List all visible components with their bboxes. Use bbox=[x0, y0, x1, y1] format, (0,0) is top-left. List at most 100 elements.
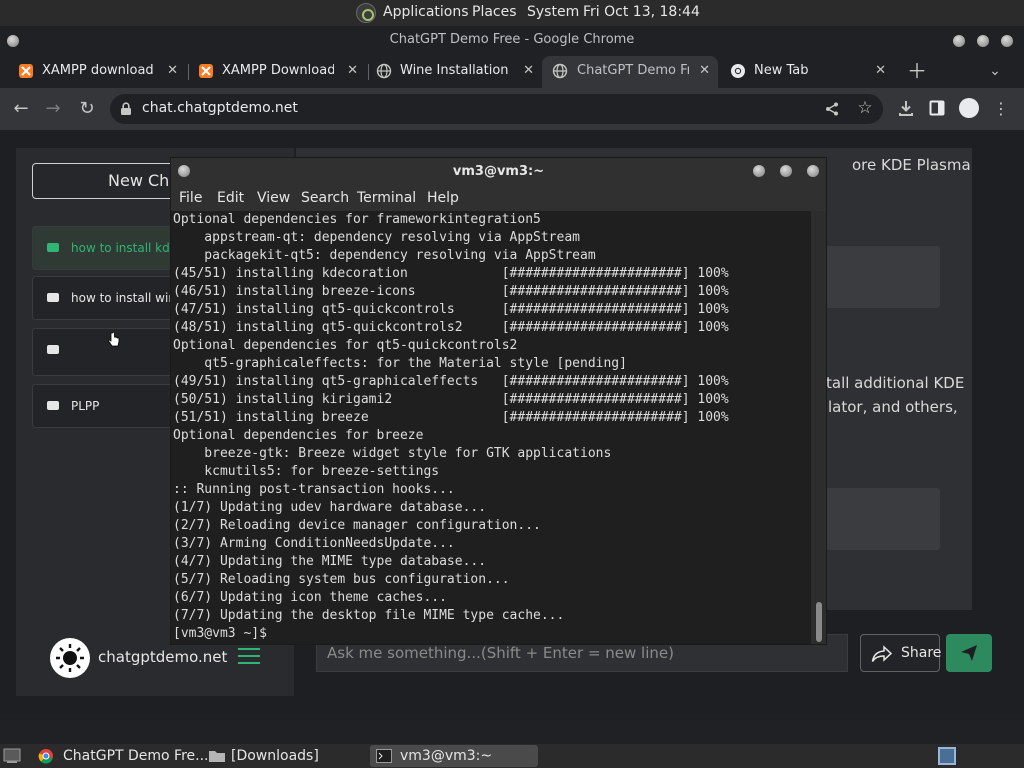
tab-title: New Tab bbox=[754, 63, 809, 78]
globe-icon bbox=[376, 63, 392, 79]
tab-new-tab[interactable]: New Tab ✕ bbox=[724, 56, 894, 88]
terminal-scrollbar[interactable] bbox=[816, 602, 822, 642]
terminal-line: (7/7) Updating the desktop file MIME typ… bbox=[173, 608, 565, 623]
window-title: ChatGPT Demo Free - Google Chrome bbox=[389, 32, 635, 47]
terminal-line: qt5-graphicaleffects: for the Material s… bbox=[173, 356, 627, 371]
terminal-line: Optional dependencies for frameworkinteg… bbox=[173, 212, 541, 227]
terminal-title: vm3@vm3:~ bbox=[452, 164, 545, 179]
terminal-window-menu-icon[interactable] bbox=[178, 165, 190, 177]
chat-item-label: PLPP bbox=[71, 399, 100, 413]
terminal-line: (3/7) Arming ConditionNeedsUpdate... bbox=[173, 536, 455, 551]
url-text: chat.chatgptdemo.net bbox=[142, 100, 298, 116]
terminal-minimize-icon[interactable] bbox=[753, 165, 765, 177]
share-page-icon[interactable] bbox=[825, 102, 839, 116]
show-desktop-icon[interactable] bbox=[3, 748, 21, 764]
chat-item-label: how to install kde bbox=[71, 241, 178, 255]
terminal-line: (49/51) installing qt5-graphicaleffects … bbox=[173, 374, 729, 389]
taskbar-item-label: vm3@vm3:~ bbox=[400, 748, 493, 764]
terminal-line: (5/7) Reloading system bus configuration… bbox=[173, 572, 510, 587]
taskbar-item-terminal[interactable]: vm3@vm3:~ bbox=[370, 745, 538, 767]
terminal-window[interactable]: vm3@vm3:~ File Edit View Search Terminal… bbox=[170, 157, 827, 645]
bottom-taskbar: ChatGPT Demo Fre... [Downloads] vm3@vm3:… bbox=[0, 744, 1024, 768]
close-tab-icon[interactable]: ✕ bbox=[347, 56, 358, 86]
chat-bubble-icon bbox=[47, 401, 59, 410]
workspace-switcher[interactable] bbox=[938, 747, 956, 765]
terminal-line: (4/7) Updating the MIME type database... bbox=[173, 554, 487, 569]
close-tab-icon[interactable]: ✕ bbox=[875, 56, 886, 86]
xampp-icon bbox=[19, 64, 33, 78]
terminal-line: (45/51) installing kdecoration [########… bbox=[173, 266, 729, 281]
message-text-fragment: ore KDE Plasma bbox=[852, 156, 971, 174]
terminal-menu-search[interactable]: Search bbox=[301, 190, 349, 206]
terminal-menu-help[interactable]: Help bbox=[427, 190, 459, 206]
top-panel: Applications Places System Fri Oct 13, 1… bbox=[0, 0, 1024, 26]
terminal-line: (48/51) installing qt5-quickcontrols2 [#… bbox=[173, 320, 729, 335]
close-tab-icon[interactable]: ✕ bbox=[699, 56, 710, 86]
tab-title: XAMPP Download bbox=[222, 63, 334, 78]
places-menu[interactable]: Places bbox=[472, 4, 517, 20]
message-text-fragment: tall additional KDE bbox=[826, 374, 965, 392]
reload-icon[interactable]: ↻ bbox=[76, 98, 98, 120]
chat-bubble-icon bbox=[47, 293, 59, 302]
terminal-menu-view[interactable]: View bbox=[257, 190, 290, 206]
hamburger-menu-icon[interactable] bbox=[238, 648, 260, 664]
system-menu[interactable]: System bbox=[527, 4, 579, 20]
back-arrow-icon[interactable]: ← bbox=[10, 98, 32, 120]
minimize-icon[interactable] bbox=[953, 35, 965, 47]
terminal-line: packagekit-qt5: dependency resolving via… bbox=[173, 248, 596, 263]
taskbar-item-chrome[interactable]: ChatGPT Demo Fre... bbox=[28, 745, 209, 767]
terminal-output[interactable]: Optional dependencies for frameworkinteg… bbox=[171, 211, 811, 644]
tab-search-chevron-icon[interactable]: ⌄ bbox=[984, 60, 1006, 82]
download-icon[interactable] bbox=[897, 99, 915, 117]
terminal-menu-terminal[interactable]: Terminal bbox=[357, 190, 416, 206]
address-bar[interactable]: chat.chatgptdemo.net ☆ bbox=[110, 94, 883, 124]
side-panel-icon[interactable] bbox=[929, 100, 945, 116]
globe-icon bbox=[552, 63, 568, 79]
applications-menu[interactable]: Applications bbox=[383, 4, 469, 20]
close-tab-icon[interactable]: ✕ bbox=[167, 56, 178, 86]
gnome-foot-icon[interactable] bbox=[356, 3, 376, 23]
send-plane-icon bbox=[961, 645, 977, 661]
terminal-line: breeze-gtk: Breeze widget style for GTK … bbox=[173, 446, 612, 461]
profile-avatar-icon[interactable] bbox=[959, 98, 979, 118]
terminal-line: :: Running post-transaction hooks... bbox=[173, 482, 455, 497]
tab-separator bbox=[368, 64, 369, 80]
taskbar-item-downloads[interactable]: [Downloads] bbox=[204, 745, 364, 767]
xampp-icon bbox=[199, 64, 213, 78]
terminal-menu-file[interactable]: File bbox=[179, 190, 202, 206]
terminal-maximize-icon[interactable] bbox=[780, 165, 792, 177]
site-logo[interactable] bbox=[50, 638, 90, 678]
tab-separator bbox=[188, 64, 189, 80]
chat-bubble-icon bbox=[47, 243, 59, 252]
send-button[interactable] bbox=[946, 634, 992, 672]
terminal-close-icon[interactable] bbox=[807, 165, 819, 177]
terminal-line: (47/51) installing qt5-quickcontrols [##… bbox=[173, 302, 729, 317]
tab-xampp-download-2[interactable]: XAMPP Download ✕ bbox=[192, 56, 366, 88]
terminal-line: Optional dependencies for breeze bbox=[173, 428, 424, 443]
chat-item-label: how to install wine bbox=[71, 291, 184, 305]
clock[interactable]: Fri Oct 13, 18:44 bbox=[583, 4, 700, 20]
close-tab-icon[interactable]: ✕ bbox=[523, 56, 534, 86]
tab-chatgpt-demo[interactable]: ChatGPT Demo Fre ✕ bbox=[542, 56, 718, 88]
terminal-line: (1/7) Updating udev hardware database... bbox=[173, 500, 487, 515]
maximize-icon[interactable] bbox=[977, 35, 989, 47]
terminal-menu-edit[interactable]: Edit bbox=[217, 190, 244, 206]
share-arrow-icon bbox=[871, 645, 893, 662]
window-menu-icon[interactable] bbox=[7, 35, 19, 47]
tab-title: XAMPP download | bbox=[42, 63, 154, 78]
bookmark-star-icon[interactable]: ☆ bbox=[854, 97, 876, 119]
taskbar-item-label: [Downloads] bbox=[231, 748, 319, 764]
tab-title: Wine Installation a bbox=[400, 63, 512, 78]
chrome-menu-dots-icon[interactable]: ⋮ bbox=[990, 98, 1012, 120]
close-window-icon[interactable] bbox=[1001, 35, 1013, 47]
terminal-titlebar[interactable]: vm3@vm3:~ bbox=[171, 158, 826, 186]
terminal-line: (50/51) installing kirigami2 [##########… bbox=[173, 392, 729, 407]
tab-xampp-download-1[interactable]: XAMPP download | ✕ bbox=[12, 56, 186, 88]
terminal-line: (46/51) installing breeze-icons [#######… bbox=[173, 284, 729, 299]
new-tab-plus-icon[interactable]: ＋ bbox=[906, 60, 928, 82]
share-button[interactable]: Share bbox=[860, 634, 941, 672]
lock-icon[interactable] bbox=[120, 102, 132, 116]
forward-arrow-icon[interactable]: → bbox=[42, 98, 64, 120]
tab-wine-installation[interactable]: Wine Installation a ✕ bbox=[370, 56, 542, 88]
tab-title: ChatGPT Demo Fre bbox=[577, 63, 689, 78]
